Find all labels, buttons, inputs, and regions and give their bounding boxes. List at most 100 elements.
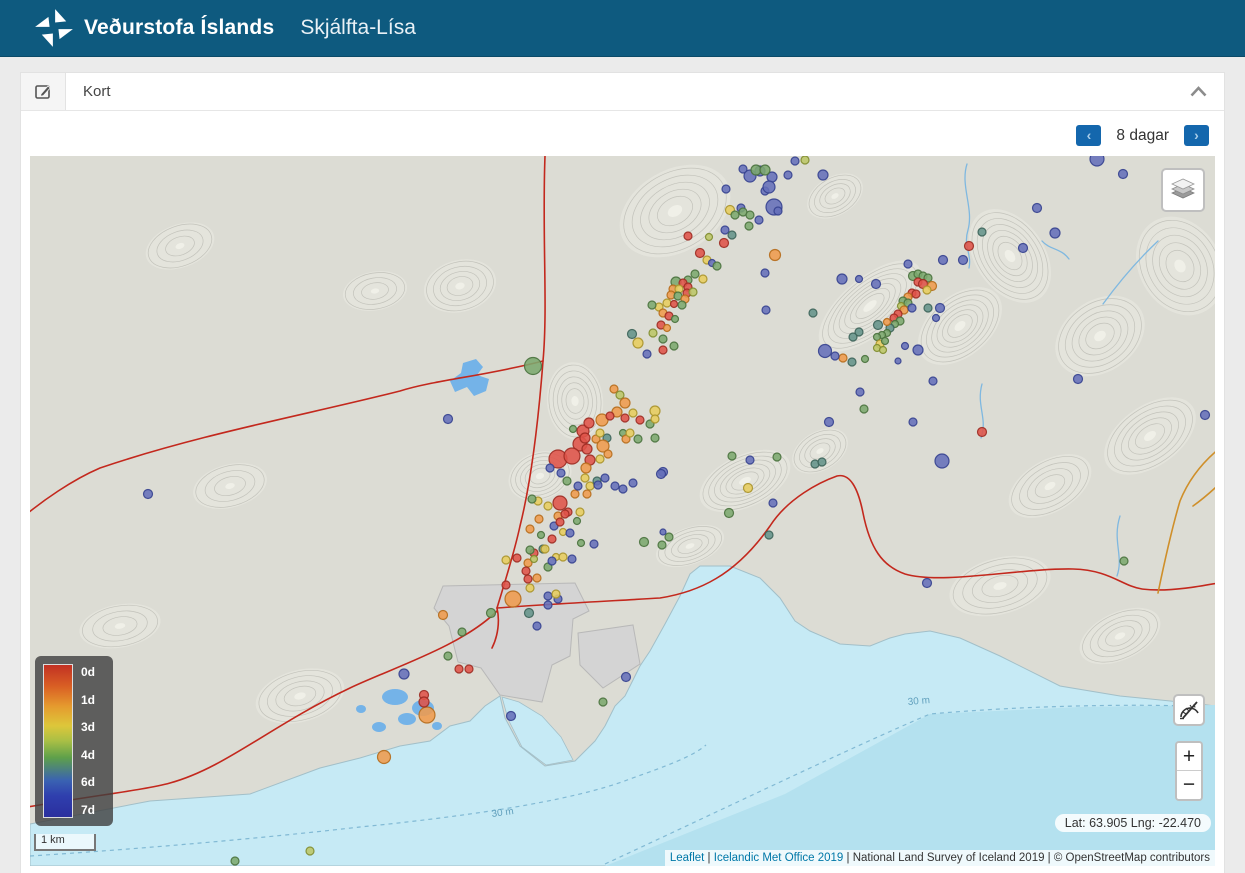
earthquake-marker[interactable] — [657, 470, 666, 479]
earthquake-marker[interactable] — [526, 584, 534, 592]
earthquake-marker[interactable] — [144, 490, 153, 499]
earthquake-marker[interactable] — [902, 343, 909, 350]
earthquake-marker[interactable] — [548, 557, 556, 565]
earthquake-marker[interactable] — [848, 358, 856, 366]
earthquake-marker[interactable] — [640, 538, 649, 547]
earthquake-marker[interactable] — [746, 456, 754, 464]
earthquake-marker[interactable] — [684, 232, 692, 240]
earthquake-marker[interactable] — [544, 592, 552, 600]
earthquake-marker[interactable] — [574, 482, 582, 490]
earthquake-marker[interactable] — [837, 274, 847, 284]
earthquake-marker[interactable] — [604, 450, 612, 458]
earthquake-marker[interactable] — [1019, 244, 1028, 253]
earthquake-marker[interactable] — [548, 535, 556, 543]
earthquake-marker[interactable] — [745, 222, 753, 230]
earthquake-marker[interactable] — [936, 304, 945, 313]
earthquake-marker[interactable] — [856, 388, 864, 396]
earthquake-marker[interactable] — [643, 350, 651, 358]
earthquake-marker[interactable] — [505, 591, 521, 607]
earthquake-marker[interactable] — [596, 455, 604, 463]
earthquake-marker[interactable] — [590, 540, 598, 548]
next-days-button[interactable]: › — [1184, 125, 1209, 146]
earthquake-marker[interactable] — [762, 306, 770, 314]
earthquake-marker[interactable] — [444, 652, 452, 660]
earthquake-marker[interactable] — [606, 412, 614, 420]
earthquake-marker[interactable] — [560, 529, 567, 536]
earthquake-marker[interactable] — [533, 622, 541, 630]
earthquake-marker[interactable] — [933, 315, 940, 322]
earthquake-marker[interactable] — [601, 474, 609, 482]
earthquake-marker[interactable] — [594, 481, 602, 489]
earthquake-marker[interactable] — [581, 463, 591, 473]
earthquake-marker[interactable] — [959, 256, 968, 265]
earthquake-marker[interactable] — [1119, 170, 1128, 179]
earthquake-marker[interactable] — [825, 418, 834, 427]
earthquake-marker[interactable] — [583, 490, 591, 498]
earthquake-marker[interactable] — [526, 546, 534, 554]
earthquake-marker[interactable] — [1050, 228, 1060, 238]
earthquake-marker[interactable] — [622, 673, 631, 682]
earthquake-marker[interactable] — [755, 216, 763, 224]
earthquake-marker[interactable] — [769, 499, 777, 507]
earthquake-marker[interactable] — [935, 454, 949, 468]
earthquake-marker[interactable] — [574, 518, 581, 525]
earthquake-marker[interactable] — [884, 319, 891, 326]
earthquake-marker[interactable] — [557, 469, 565, 477]
earthquake-marker[interactable] — [528, 495, 536, 503]
earthquake-marker[interactable] — [487, 609, 496, 618]
earthquake-marker[interactable] — [765, 531, 773, 539]
earthquake-marker[interactable] — [728, 231, 736, 239]
earthquake-marker[interactable] — [455, 665, 463, 673]
earthquake-marker[interactable] — [671, 301, 678, 308]
earthquake-marker[interactable] — [721, 226, 729, 234]
earthquake-marker[interactable] — [713, 262, 721, 270]
earthquake-marker[interactable] — [1033, 204, 1042, 213]
earthquake-marker[interactable] — [566, 529, 574, 537]
earthquake-marker[interactable] — [923, 579, 932, 588]
earthquake-marker[interactable] — [399, 669, 409, 679]
earthquake-marker[interactable] — [559, 553, 567, 561]
earthquake-marker[interactable] — [660, 529, 666, 535]
earthquake-marker[interactable] — [739, 165, 747, 173]
earthquake-marker[interactable] — [576, 508, 584, 516]
earthquake-marker[interactable] — [533, 574, 541, 582]
earthquake-marker[interactable] — [633, 338, 643, 348]
earthquake-marker[interactable] — [522, 567, 530, 575]
zoom-out-button[interactable]: − — [1177, 771, 1201, 799]
earthquake-marker[interactable] — [728, 452, 736, 460]
earthquake-marker[interactable] — [586, 482, 594, 490]
earthquake-marker[interactable] — [458, 628, 466, 636]
earthquake-marker[interactable] — [770, 250, 781, 261]
earthquake-marker[interactable] — [634, 435, 642, 443]
earthquake-marker[interactable] — [691, 270, 699, 278]
earthquake-marker[interactable] — [978, 428, 987, 437]
earthquake-marker[interactable] — [419, 697, 429, 707]
earthquake-marker[interactable] — [909, 418, 917, 426]
earthquake-marker[interactable] — [616, 391, 624, 399]
earthquake-marker[interactable] — [563, 477, 571, 485]
earthquake-marker[interactable] — [965, 242, 974, 251]
earthquake-marker[interactable] — [649, 329, 657, 337]
earthquake-marker[interactable] — [670, 342, 678, 350]
earthquake-marker[interactable] — [571, 490, 579, 498]
earthquake-marker[interactable] — [1090, 156, 1104, 166]
earthquake-marker[interactable] — [872, 280, 881, 289]
earthquake-marker[interactable] — [306, 847, 314, 855]
earthquake-marker[interactable] — [544, 502, 552, 510]
earthquake-marker[interactable] — [611, 482, 619, 490]
earthquake-marker[interactable] — [651, 415, 659, 423]
earthquake-marker[interactable] — [731, 211, 739, 219]
earthquake-marker[interactable] — [672, 316, 679, 323]
earthquake-marker[interactable] — [502, 556, 510, 564]
earthquake-marker[interactable] — [419, 707, 435, 723]
earthquake-marker[interactable] — [525, 358, 542, 375]
earthquake-marker[interactable] — [839, 354, 847, 362]
earthquake-marker[interactable] — [791, 157, 799, 165]
earthquake-marker[interactable] — [629, 409, 637, 417]
earthquake-marker[interactable] — [706, 234, 713, 241]
earthquake-marker[interactable] — [784, 171, 792, 179]
measure-tool-button[interactable] — [1173, 694, 1205, 726]
earthquake-marker[interactable] — [908, 304, 916, 312]
earthquake-marker[interactable] — [761, 269, 769, 277]
earthquake-marker[interactable] — [763, 181, 775, 193]
